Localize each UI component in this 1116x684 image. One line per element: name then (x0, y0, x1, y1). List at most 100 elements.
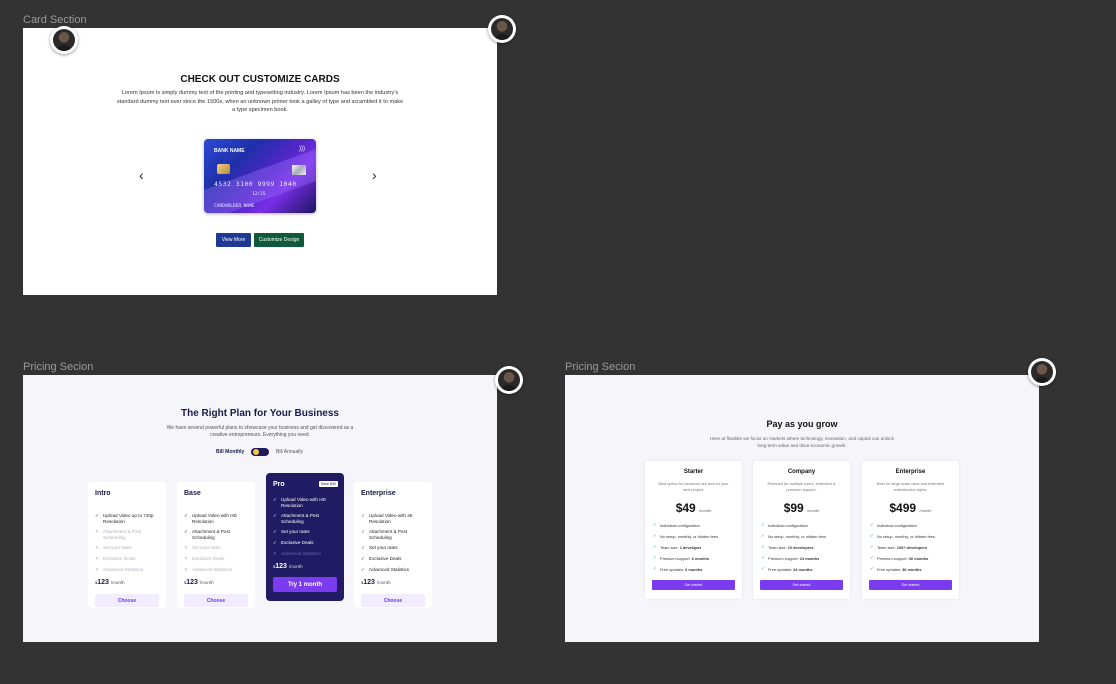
price-value: 123 (275, 563, 287, 570)
save-badge: Save $40 (318, 481, 338, 487)
feature-text: Advanced Statistics (103, 567, 144, 572)
price-period: /month (110, 580, 125, 585)
feature-value: 36 months (902, 567, 922, 572)
bill-monthly-label[interactable]: Bill Monthly (216, 449, 244, 455)
tier-feature: ✓ Individual configuration (653, 522, 738, 528)
feature-text: Attachment & Post Scheduling (369, 529, 408, 540)
price-value: 123 (363, 579, 375, 586)
plan-feature: ✓ Attachment & Post Scheduling (184, 529, 250, 540)
check-icon: ✓ (361, 513, 365, 518)
frame-label-pricing-1: Pricing Secion (23, 361, 94, 373)
pricing-section-frame: The Right Plan for Your Business We have… (23, 375, 497, 642)
avatar[interactable] (50, 26, 78, 54)
price-period: /month (376, 580, 391, 585)
check-icon: ✓ (653, 522, 657, 527)
section-description: Lorem Ipsum is simply dummy text of the … (116, 90, 404, 114)
check-icon: ✓ (273, 529, 277, 534)
check-icon: ✓ (273, 497, 277, 502)
tier-card-enterprise: Enterprise Best for large scale uses and … (862, 461, 959, 599)
tier-name: Enterprise (895, 469, 926, 475)
plan-feature: ✕ Set your rates (184, 545, 250, 551)
frame-label-pricing-2: Pricing Secion (565, 361, 636, 373)
feature-text: Team size: (877, 545, 897, 550)
billing-toggle[interactable] (251, 448, 269, 456)
tier-description: Best for large scale uses and extended r… (876, 481, 945, 492)
tier-feature: ✓ Free updates: 36 months (870, 566, 955, 572)
feature-text: Free updates: (877, 567, 903, 572)
check-icon: ✓ (870, 566, 874, 571)
pricing-title: Pay as you grow (766, 419, 838, 429)
avatar[interactable] (488, 15, 516, 43)
check-icon: ✓ (653, 544, 657, 549)
section-title: CHECK OUT CUSTOMIZE CARDS (180, 74, 340, 85)
cross-icon: ✕ (184, 556, 188, 561)
feature-text: Individual configuration (877, 523, 917, 528)
pricing-subtitle: We have several powerful plans to showca… (166, 425, 354, 438)
customize-design-button[interactable]: Customize Design (254, 233, 304, 247)
feature-text: Advanced Statistics (369, 567, 410, 572)
get-started-button[interactable]: Get started (652, 580, 735, 590)
plan-feature: ✕ Advanced Statistics (184, 567, 250, 573)
frame-label-card-section: Card Section (23, 14, 87, 26)
cross-icon: ✕ (95, 545, 99, 550)
avatar[interactable] (495, 366, 523, 394)
view-more-button[interactable]: View More (216, 233, 251, 247)
feature-text: Free updates: (768, 567, 794, 572)
avatar[interactable] (1028, 358, 1056, 386)
check-icon: ✓ (870, 522, 874, 527)
feature-text: Exclusive Deals (192, 556, 225, 561)
card-bank-name: BANK NAME (214, 148, 245, 154)
check-icon: ✓ (761, 522, 765, 527)
check-icon: ✓ (361, 567, 365, 572)
get-started-button[interactable]: Get started (760, 580, 843, 590)
chevron-right-icon[interactable]: › (372, 168, 377, 182)
choose-button[interactable]: Choose (361, 594, 425, 607)
plan-feature: ✓ Upload Video with HD Resolution (273, 497, 339, 508)
feature-text: Team size: (768, 545, 788, 550)
cross-icon: ✕ (184, 545, 188, 550)
cross-icon: ✕ (95, 529, 99, 534)
card-section-frame: CHECK OUT CUSTOMIZE CARDS Lorem Ipsum is… (23, 28, 497, 295)
price-value: 123 (97, 579, 109, 586)
plan-feature: ✕ Exclusive Deals (95, 556, 161, 562)
plan-card-base: Base ✓ Upload Video with HD Resolution ✓ Att… (177, 482, 255, 608)
price-period: /month (288, 564, 303, 569)
feature-text: Upload Video up to 720p Resolution (103, 513, 154, 524)
feature-text: Premium support: (660, 556, 692, 561)
check-icon: ✓ (361, 529, 365, 534)
plan-feature: ✕ Advanced Statistics (273, 551, 339, 557)
feature-value: 1 developer (679, 545, 702, 550)
tier-feature: ✓ Team size: 10 developers (761, 544, 846, 550)
check-icon: ✓ (653, 566, 657, 571)
choose-button[interactable]: Choose (184, 594, 248, 607)
tier-description: Relevant for multiple users, extended & … (767, 481, 836, 492)
tier-feature: ✓ Free updates: 6 months (653, 566, 738, 572)
plan-feature: ✓ Advanced Statistics (361, 567, 427, 573)
plan-card-enterprise: Enterprise ✓ Upload Video with 4K Resoluti… (354, 482, 432, 608)
plan-feature: ✓ Exclusive Deals (361, 556, 427, 562)
try-button[interactable]: Try 1 month (273, 577, 337, 592)
plan-price: $123 /month (184, 579, 214, 586)
plan-feature: ✓ Upload Video up to 720p Resolution (95, 513, 161, 524)
get-started-button[interactable]: Get started (869, 580, 952, 590)
check-icon: ✓ (361, 545, 365, 550)
feature-text: Advanced Statistics (281, 551, 322, 556)
card-expiry: 12/25 (252, 192, 266, 197)
tier-feature: ✓ Premium support: 36 months (870, 555, 955, 561)
chevron-left-icon[interactable]: ‹ (139, 168, 144, 182)
card-holder: CARDHOLDER NAME (214, 204, 255, 209)
bill-annually-label[interactable]: Bill Annually (276, 449, 303, 455)
choose-button[interactable]: Choose (95, 594, 159, 607)
plan-feature: ✓ Exclusive Deals (273, 540, 339, 546)
price-value: $49 (675, 501, 696, 515)
card-number: 4532 3100 9999 1040 (214, 180, 297, 188)
check-icon: ✓ (870, 555, 874, 560)
cross-icon: ✕ (273, 551, 277, 556)
feature-value: 24 months (793, 567, 813, 572)
feature-text: No setup, monthly, or hidden fees (768, 534, 826, 539)
plan-name: Base (184, 490, 201, 497)
pricing-subtitle: Here at flowbite we focus on markets whe… (710, 436, 894, 448)
price-period: /month (807, 508, 820, 513)
feature-text: Team size: (660, 545, 680, 550)
credit-card-preview[interactable]: BANK NAME ))) 4532 3100 9999 1040 12/25 … (204, 139, 316, 213)
